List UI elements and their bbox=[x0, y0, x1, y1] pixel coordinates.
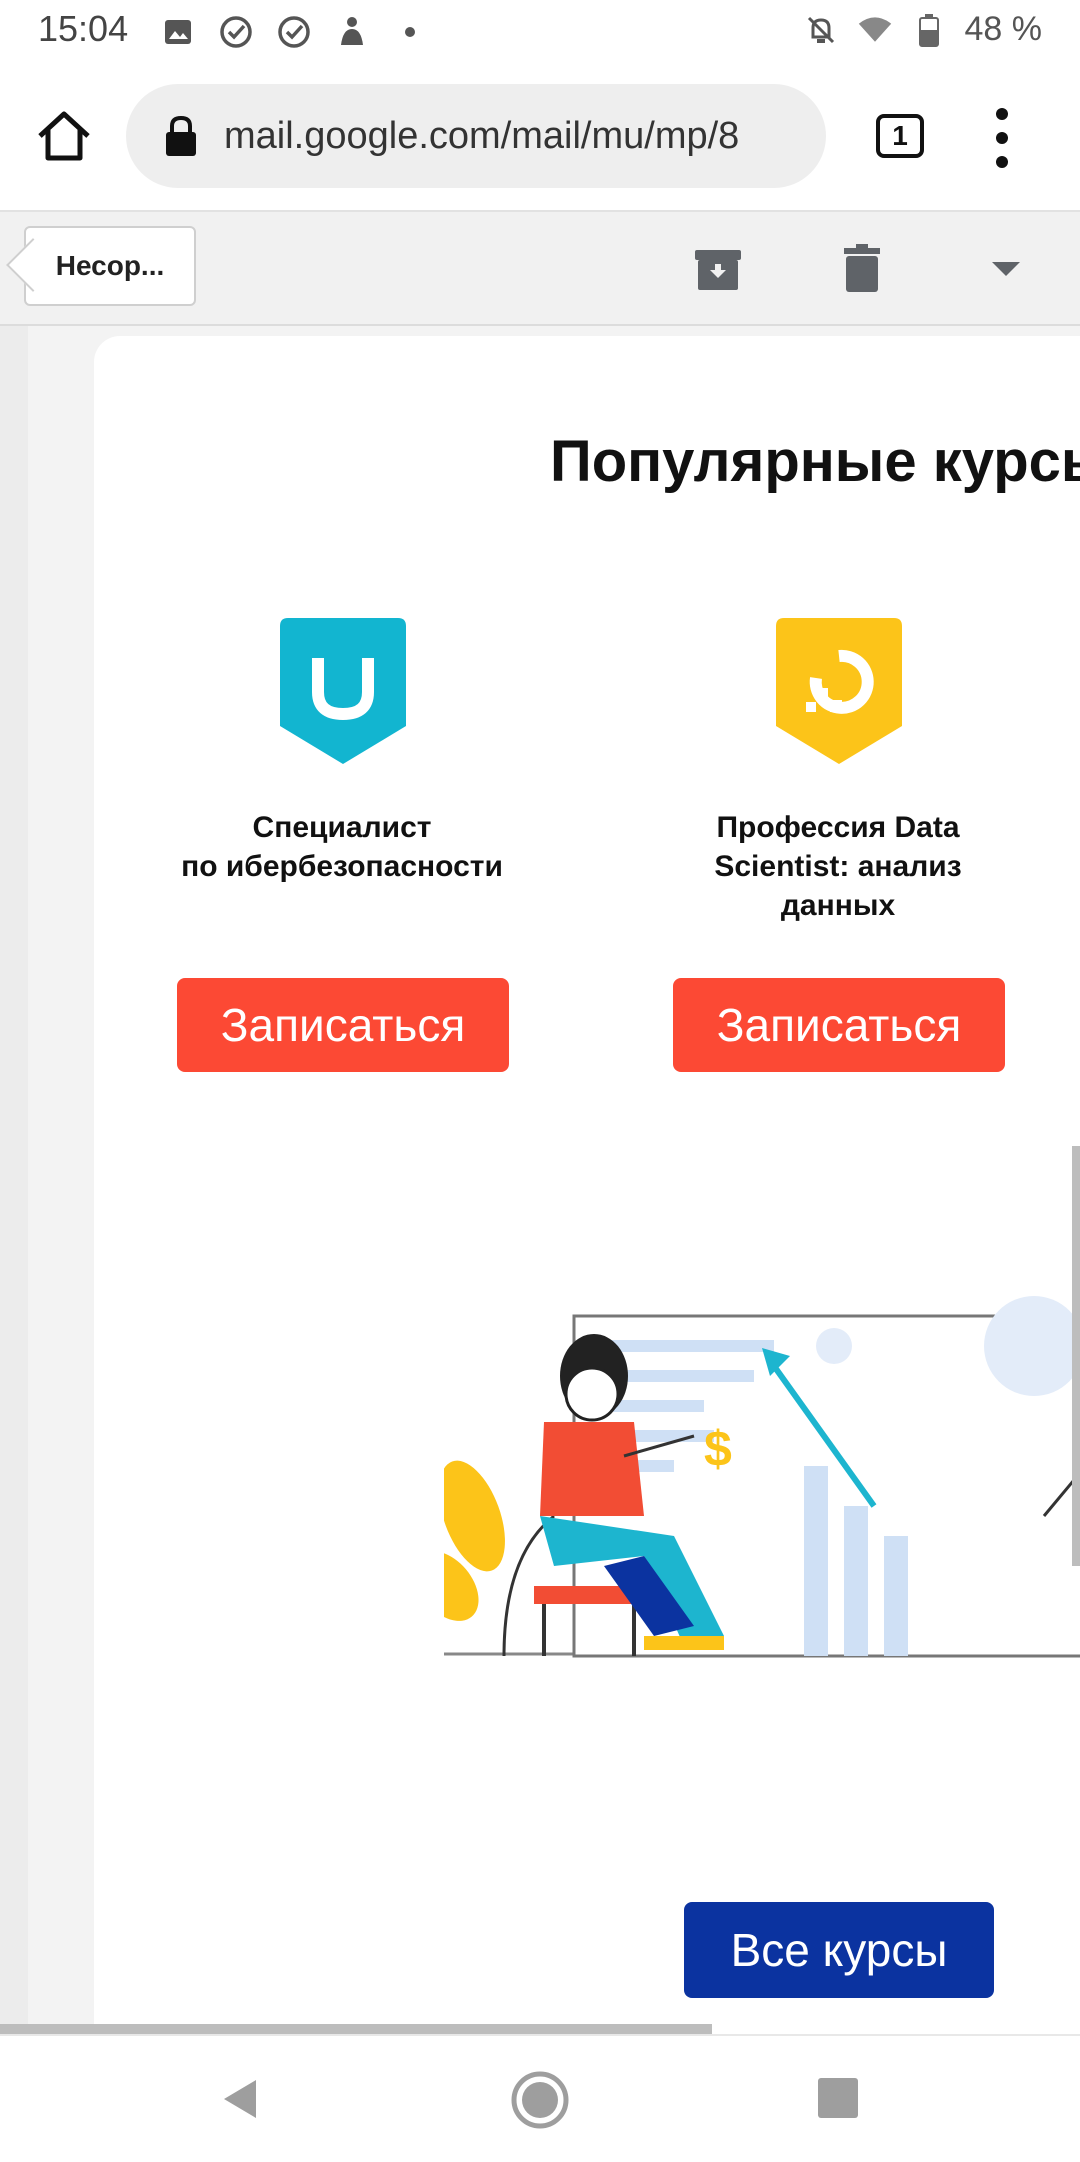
left-gutter bbox=[0, 326, 28, 2032]
home-button[interactable] bbox=[32, 104, 96, 168]
course-title-line: данных bbox=[780, 889, 896, 922]
check-circle-icon bbox=[276, 14, 312, 50]
home-icon bbox=[38, 111, 90, 161]
bell-off-icon bbox=[803, 12, 839, 48]
course-title-line: Специалист bbox=[252, 811, 432, 844]
enroll-button-data-science[interactable]: Записаться bbox=[673, 978, 1005, 1072]
more-options-icon[interactable] bbox=[990, 108, 1014, 168]
all-courses-button[interactable]: Все курсы bbox=[684, 1902, 994, 1998]
svg-text:$: $ bbox=[704, 1421, 732, 1477]
security-course-icon bbox=[280, 618, 406, 764]
lock-icon bbox=[166, 115, 196, 156]
nav-recents-icon[interactable] bbox=[818, 2078, 858, 2118]
status-bar: 15:04 48 % bbox=[0, 0, 1080, 64]
tab-switcher-button[interactable]: 1 bbox=[876, 114, 924, 158]
browser-address-bar: mail.google.com/mail/mu/mp/8 1 bbox=[0, 64, 1080, 212]
nav-home-icon[interactable] bbox=[510, 2070, 570, 2130]
image-icon bbox=[160, 14, 196, 50]
battery-icon bbox=[911, 12, 947, 48]
people-illustration: $ bbox=[444, 1296, 1080, 1658]
nav-back-icon[interactable] bbox=[216, 2074, 266, 2124]
tray-icon bbox=[334, 14, 370, 50]
check-circle-icon bbox=[218, 14, 254, 50]
status-time: 15:04 bbox=[38, 8, 129, 49]
dropdown-arrow-icon[interactable] bbox=[980, 242, 1032, 294]
course-title-line: Профессия Data bbox=[716, 811, 960, 844]
course-title-security: Специалист по ибербезопасности bbox=[142, 808, 542, 886]
enroll-button-security[interactable]: Записаться bbox=[177, 978, 509, 1072]
email-card: Популярные курсы Специалист по ибербезоп… bbox=[94, 336, 1080, 2032]
course-title-data-science: Профессия Data Scientist: анализ данных bbox=[638, 808, 1038, 925]
android-nav-bar bbox=[0, 2034, 1080, 2162]
email-content: Популярные курсы Специалист по ибербезоп… bbox=[0, 326, 1080, 2032]
section-heading: Популярные курсы bbox=[550, 429, 1080, 494]
back-to-folder-button[interactable]: Несор... bbox=[24, 226, 196, 306]
archive-icon[interactable] bbox=[692, 242, 744, 294]
wifi-icon bbox=[857, 12, 893, 48]
data-science-course-icon bbox=[776, 618, 902, 764]
status-icons-left bbox=[160, 14, 428, 50]
url-field[interactable]: mail.google.com/mail/mu/mp/8 bbox=[126, 84, 826, 188]
course-title-line: по ибербезопасности bbox=[181, 850, 503, 883]
delete-icon[interactable] bbox=[836, 242, 888, 294]
mail-toolbar: Несор... bbox=[0, 212, 1080, 326]
battery-level: 48 % bbox=[964, 10, 1043, 48]
vertical-scrollbar[interactable] bbox=[1072, 1146, 1080, 1566]
dot-icon bbox=[392, 14, 428, 50]
left-gutter-inner bbox=[50, 326, 94, 2032]
course-title-line: Scientist: анализ bbox=[714, 850, 962, 883]
horizontal-scrollbar[interactable] bbox=[0, 2024, 712, 2034]
back-label: Несор... bbox=[55, 250, 165, 281]
status-icons-right: 48 % bbox=[803, 10, 1043, 49]
url-text: mail.google.com/mail/mu/mp/8 bbox=[224, 114, 740, 157]
